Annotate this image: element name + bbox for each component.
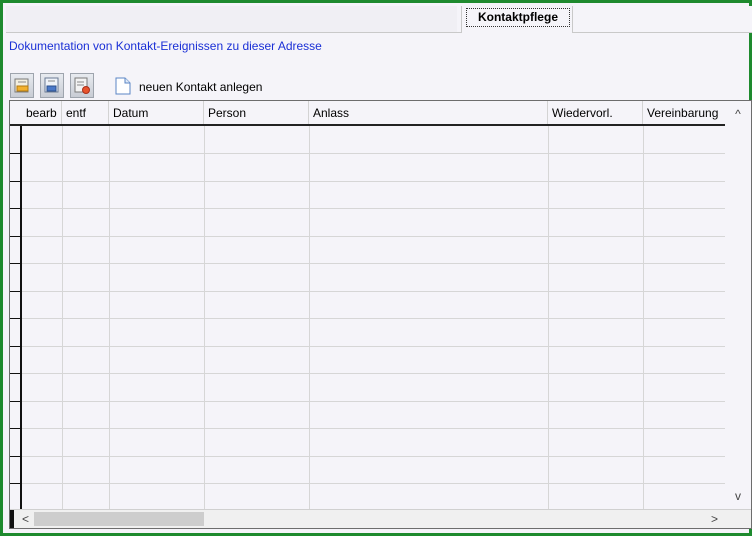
row-divider xyxy=(10,153,725,154)
scrollbar-edge-marker xyxy=(10,510,14,528)
edit-contact-button[interactable] xyxy=(10,73,34,98)
scroll-up-icon[interactable]: ^ xyxy=(731,107,745,121)
save-contact-icon xyxy=(44,77,59,93)
column-header-bearb[interactable]: bearb xyxy=(22,101,62,124)
save-contact-button[interactable] xyxy=(40,73,64,98)
row-marker-tick xyxy=(10,180,22,182)
scroll-down-icon[interactable]: v xyxy=(731,489,745,503)
tab-strip: Kontaktpflege xyxy=(6,6,752,33)
row-marker-tick xyxy=(10,318,22,319)
contact-grid[interactable]: bearb entf Datum Person Anlass Wiedervor… xyxy=(9,100,752,529)
new-document-icon xyxy=(115,77,131,95)
row-marker-tick xyxy=(10,235,22,237)
tab-label: Kontaktpflege xyxy=(466,8,570,27)
horizontal-scroll-thumb[interactable] xyxy=(34,512,204,526)
row-divider xyxy=(10,235,725,237)
row-marker-tick xyxy=(10,290,22,292)
column-header-anlass[interactable]: Anlass xyxy=(309,101,548,124)
row-marker-tick xyxy=(10,455,22,457)
row-marker-tick xyxy=(10,428,22,429)
row-divider xyxy=(10,400,725,402)
row-marker-tick xyxy=(10,345,22,347)
tab-strip-background xyxy=(6,6,457,32)
row-selector-column xyxy=(10,101,22,509)
row-divider xyxy=(10,345,725,347)
new-contact-label: neuen Kontakt anlegen xyxy=(139,80,263,94)
column-header-datum[interactable]: Datum xyxy=(109,101,204,124)
delete-contact-icon xyxy=(74,77,90,94)
row-marker-tick xyxy=(10,483,22,484)
row-divider xyxy=(10,318,725,319)
scroll-left-icon[interactable]: < xyxy=(22,512,29,526)
window-frame: Kontaktpflege Dokumentation von Kontakt-… xyxy=(0,0,752,536)
row-marker-tick xyxy=(10,263,22,264)
vertical-scrollbar[interactable]: ^ v xyxy=(725,101,751,509)
column-header-entf[interactable]: entf xyxy=(62,101,109,124)
row-marker-tick xyxy=(10,373,22,374)
row-divider xyxy=(10,208,725,209)
row-marker-tick xyxy=(10,153,22,154)
row-divider xyxy=(10,428,725,429)
row-divider xyxy=(10,455,725,457)
row-marker-tick xyxy=(10,208,22,209)
row-divider xyxy=(10,263,725,264)
delete-contact-button[interactable] xyxy=(70,73,94,98)
row-marker-tick xyxy=(10,400,22,402)
grid-header: bearb entf Datum Person Anlass Wiedervor… xyxy=(10,101,725,126)
tab-kontaktpflege[interactable]: Kontaktpflege xyxy=(461,6,573,33)
scroll-right-icon[interactable]: > xyxy=(711,512,718,526)
row-divider xyxy=(10,180,725,182)
horizontal-scrollbar[interactable]: < > xyxy=(10,509,751,528)
edit-contact-icon xyxy=(14,78,29,93)
row-divider xyxy=(10,373,725,374)
column-header-vereinbarung[interactable]: Vereinbarung xyxy=(643,101,725,124)
column-header-person[interactable]: Person xyxy=(204,101,309,124)
row-divider xyxy=(10,483,725,484)
documentation-link[interactable]: Dokumentation von Kontakt-Ereignissen zu… xyxy=(9,39,322,53)
row-divider xyxy=(10,290,725,292)
column-header-wiedervorl[interactable]: Wiedervorl. xyxy=(548,101,643,124)
